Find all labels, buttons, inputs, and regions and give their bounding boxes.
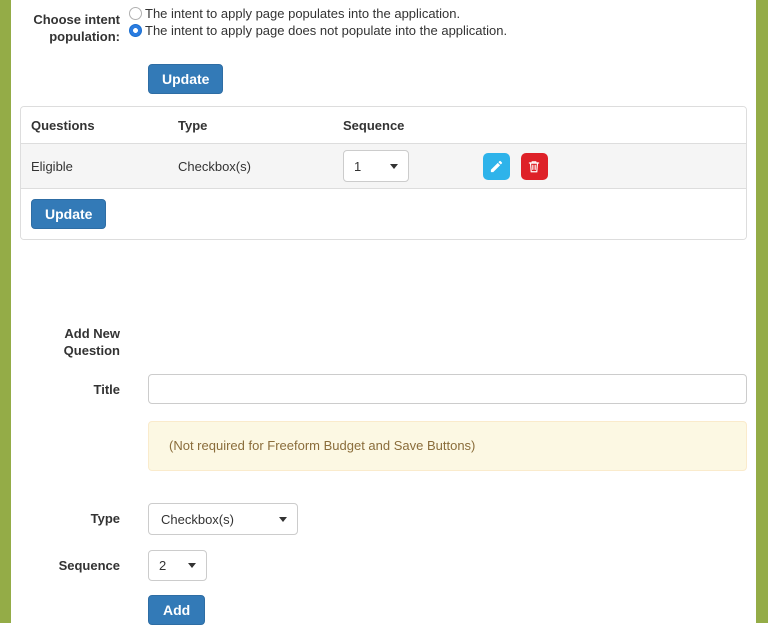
intent-population-group: Choose intent population: The intent to … xyxy=(11,5,756,45)
sequence-row: Sequence 2 xyxy=(11,550,756,581)
sequence-label: Sequence xyxy=(58,558,120,573)
add-button-row: Add xyxy=(11,595,756,625)
table-footer: Update xyxy=(21,189,746,239)
header-questions: Questions xyxy=(21,107,168,144)
header-type: Type xyxy=(168,107,333,144)
trash-icon xyxy=(527,159,541,174)
row-sequence-value: 1 xyxy=(354,158,362,174)
radio-selected-icon[interactable] xyxy=(129,24,142,37)
cell-sequence: 1 xyxy=(333,143,473,189)
intent-update-row: Update xyxy=(11,64,756,94)
table-row: Eligible Checkbox(s) 1 xyxy=(21,143,746,189)
header-sequence: Sequence xyxy=(333,107,473,144)
chevron-down-icon xyxy=(188,563,196,568)
radio-unselected-icon[interactable] xyxy=(129,7,142,20)
questions-table: Questions Type Sequence Eligible Checkbo… xyxy=(21,107,746,189)
warning-row: (Not required for Freeform Budget and Sa… xyxy=(11,421,756,471)
cell-actions xyxy=(473,143,746,189)
sequence-select-value: 2 xyxy=(159,558,167,573)
pencil-icon xyxy=(489,159,504,174)
intent-update-button[interactable]: Update xyxy=(148,64,224,94)
table-header-row: Questions Type Sequence xyxy=(21,107,746,144)
radio-option-populates[interactable]: The intent to apply page populates into … xyxy=(129,5,507,22)
add-question-section-header: Add New Question xyxy=(11,325,756,359)
type-row: Type Checkbox(s) xyxy=(11,503,756,535)
type-label: Type xyxy=(90,511,120,526)
page-accent-bar-left xyxy=(0,0,11,623)
radio-option-does-not-populate[interactable]: The intent to apply page does not popula… xyxy=(129,22,507,39)
intent-population-label: Choose intent population: xyxy=(33,12,120,44)
page-content: Choose intent population: The intent to … xyxy=(11,0,756,625)
chevron-down-icon xyxy=(390,163,398,169)
title-row: Title xyxy=(11,374,756,404)
intent-radio-group: The intent to apply page populates into … xyxy=(129,5,507,39)
edit-question-button[interactable] xyxy=(483,152,510,180)
type-select[interactable]: Checkbox(s) xyxy=(148,503,298,535)
delete-question-button[interactable] xyxy=(520,152,548,180)
cell-question: Eligible xyxy=(21,143,168,189)
row-sequence-select[interactable]: 1 xyxy=(343,150,409,182)
title-help-alert: (Not required for Freeform Budget and Sa… xyxy=(148,421,747,471)
add-question-button[interactable]: Add xyxy=(148,595,206,625)
header-actions xyxy=(473,107,746,144)
chevron-down-icon xyxy=(279,516,287,522)
sequence-select[interactable]: 2 xyxy=(148,550,207,581)
table-update-button[interactable]: Update xyxy=(31,199,107,229)
cell-type: Checkbox(s) xyxy=(168,143,333,189)
title-input[interactable] xyxy=(148,374,747,404)
type-select-value: Checkbox(s) xyxy=(161,511,234,527)
radio-option-populates-label: The intent to apply page populates into … xyxy=(145,6,461,21)
questions-table-panel: Questions Type Sequence Eligible Checkbo… xyxy=(20,106,747,240)
add-new-question-label: Add New Question xyxy=(63,326,120,358)
page-accent-bar-right xyxy=(756,0,768,623)
title-label: Title xyxy=(93,382,121,397)
radio-option-does-not-populate-label: The intent to apply page does not popula… xyxy=(145,23,508,38)
